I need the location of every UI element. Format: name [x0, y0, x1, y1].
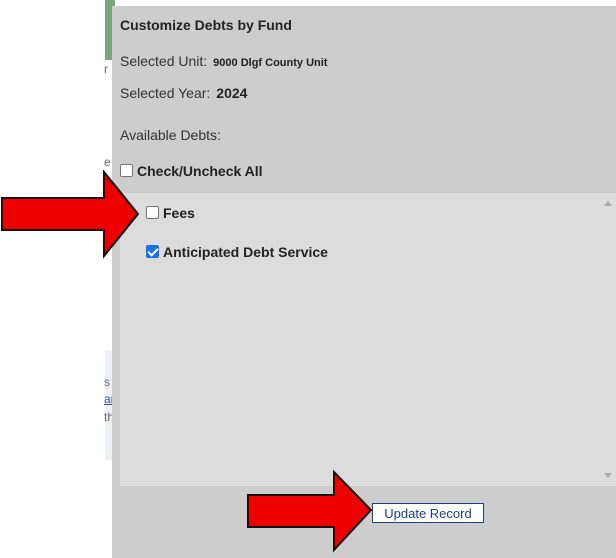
- selected-year-label: Selected Year:: [120, 85, 211, 101]
- red-arrow-icon: [247, 470, 373, 553]
- selected-year-row: Selected Year: 2024: [120, 85, 247, 101]
- background-text: r: [104, 62, 108, 76]
- dialog-title: Customize Debts by Fund: [120, 17, 292, 33]
- debt-item-anticipated-debt-service[interactable]: Anticipated Debt Service: [146, 244, 328, 260]
- debt-item-label: Fees: [163, 205, 195, 221]
- scroll-up-icon[interactable]: [604, 201, 612, 206]
- debt-item-fees[interactable]: Fees: [146, 205, 195, 221]
- available-debts-label: Available Debts:: [120, 127, 221, 143]
- background-text: s: [104, 375, 110, 389]
- debts-list[interactable]: Fees Anticipated Debt Service: [120, 193, 616, 486]
- list-scrollbar[interactable]: [600, 193, 616, 486]
- selected-year-value: 2024: [216, 85, 248, 101]
- fees-checkbox[interactable]: [146, 206, 159, 219]
- check-all-label: Check/Uncheck All: [137, 163, 263, 179]
- selected-unit-value: 9000 Dlgf County Unit: [213, 57, 328, 69]
- check-all-option[interactable]: Check/Uncheck All: [120, 163, 263, 179]
- scroll-down-icon[interactable]: [604, 473, 612, 478]
- anticipated-debt-service-checkbox[interactable]: [146, 245, 159, 258]
- debt-item-label: Anticipated Debt Service: [163, 244, 328, 260]
- update-record-button[interactable]: Update Record: [372, 503, 484, 523]
- selected-unit-row: Selected Unit: 9000 Dlgf County Unit: [120, 53, 327, 69]
- red-arrow-icon: [1, 170, 140, 259]
- background-text: e: [104, 155, 111, 169]
- selected-unit-label: Selected Unit:: [120, 53, 208, 69]
